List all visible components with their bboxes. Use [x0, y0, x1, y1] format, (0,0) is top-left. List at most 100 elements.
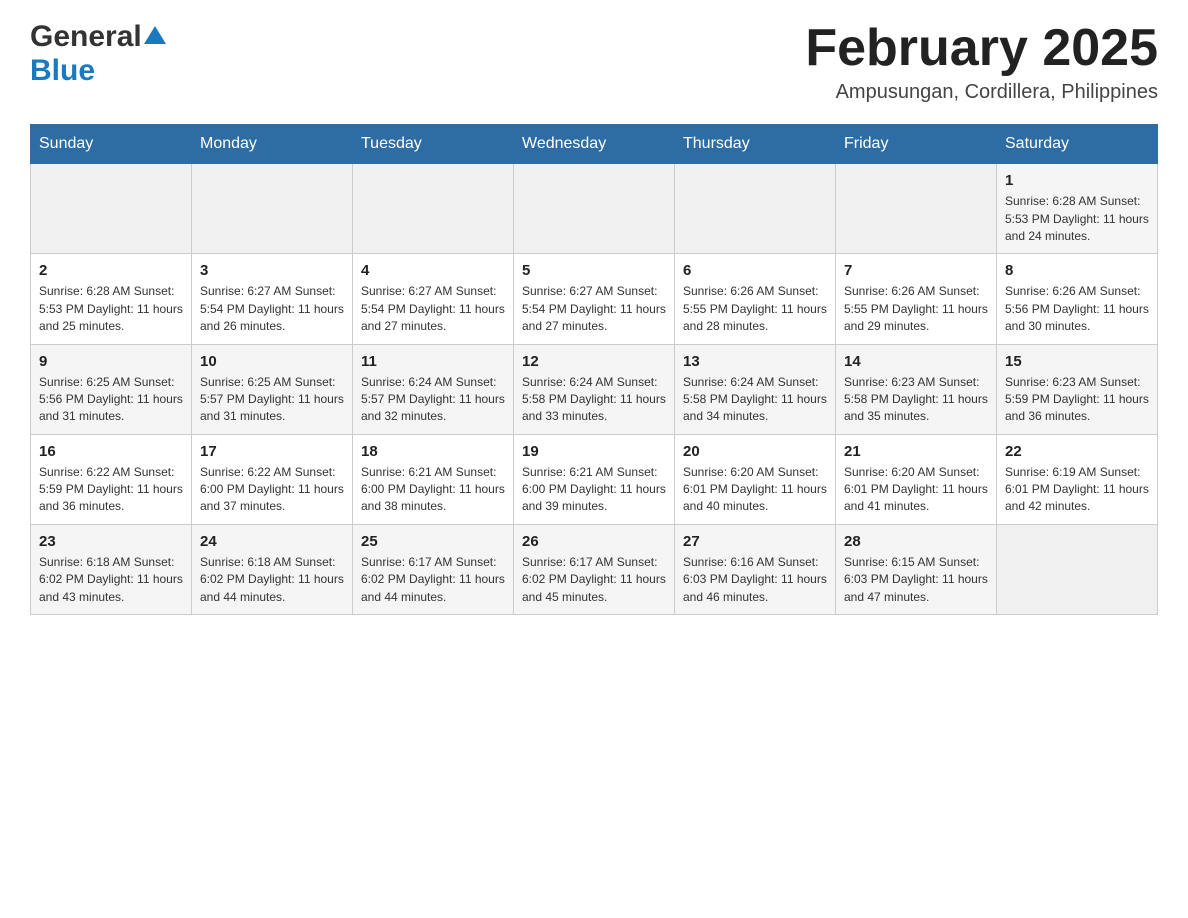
- calendar-table: SundayMondayTuesdayWednesdayThursdayFrid…: [30, 124, 1158, 615]
- day-info: Sunrise: 6:17 AM Sunset: 6:02 PM Dayligh…: [361, 554, 505, 606]
- day-number: 7: [844, 262, 988, 279]
- calendar-cell: 25 Sunrise: 6:17 AM Sunset: 6:02 PM Dayli…: [353, 524, 514, 614]
- day-info: Sunrise: 6:20 AM Sunset: 6:01 PM Dayligh…: [844, 464, 988, 516]
- title-area: February 2025 Ampusungan, Cordillera, Ph…: [805, 20, 1158, 104]
- day-number: 5: [522, 262, 666, 279]
- calendar-cell: 28 Sunrise: 6:15 AM Sunset: 6:03 PM Dayli…: [836, 524, 997, 614]
- day-info: Sunrise: 6:24 AM Sunset: 5:57 PM Dayligh…: [361, 374, 505, 426]
- calendar-header-row: SundayMondayTuesdayWednesdayThursdayFrid…: [31, 125, 1158, 164]
- calendar-week-row: 16 Sunrise: 6:22 AM Sunset: 5:59 PM Dayli…: [31, 434, 1158, 524]
- day-info: Sunrise: 6:17 AM Sunset: 6:02 PM Dayligh…: [522, 554, 666, 606]
- day-number: 6: [683, 262, 827, 279]
- calendar-cell: 20 Sunrise: 6:20 AM Sunset: 6:01 PM Dayli…: [675, 434, 836, 524]
- day-info: Sunrise: 6:27 AM Sunset: 5:54 PM Dayligh…: [361, 283, 505, 335]
- location-subtitle: Ampusungan, Cordillera, Philippines: [805, 81, 1158, 104]
- calendar-cell: 3 Sunrise: 6:27 AM Sunset: 5:54 PM Daylig…: [192, 254, 353, 344]
- calendar-cell: [836, 164, 997, 254]
- calendar-cell: 24 Sunrise: 6:18 AM Sunset: 6:02 PM Dayli…: [192, 524, 353, 614]
- day-number: 26: [522, 533, 666, 550]
- day-info: Sunrise: 6:20 AM Sunset: 6:01 PM Dayligh…: [683, 464, 827, 516]
- day-number: 22: [1005, 443, 1149, 460]
- day-info: Sunrise: 6:24 AM Sunset: 5:58 PM Dayligh…: [683, 374, 827, 426]
- calendar-cell: [353, 164, 514, 254]
- day-info: Sunrise: 6:23 AM Sunset: 5:58 PM Dayligh…: [844, 374, 988, 426]
- day-info: Sunrise: 6:22 AM Sunset: 5:59 PM Dayligh…: [39, 464, 183, 516]
- calendar-cell: 21 Sunrise: 6:20 AM Sunset: 6:01 PM Dayli…: [836, 434, 997, 524]
- calendar-cell: [675, 164, 836, 254]
- day-info: Sunrise: 6:25 AM Sunset: 5:56 PM Dayligh…: [39, 374, 183, 426]
- calendar-cell: 12Sunrise: 6:24 AM Sunset: 5:58 PM Dayli…: [514, 344, 675, 434]
- day-number: 17: [200, 443, 344, 460]
- calendar-cell: 26 Sunrise: 6:17 AM Sunset: 6:02 PM Dayli…: [514, 524, 675, 614]
- calendar-cell: 16 Sunrise: 6:22 AM Sunset: 5:59 PM Dayli…: [31, 434, 192, 524]
- day-number: 11: [361, 353, 505, 370]
- day-number: 15: [1005, 353, 1149, 370]
- day-info: Sunrise: 6:21 AM Sunset: 6:00 PM Dayligh…: [361, 464, 505, 516]
- day-info: Sunrise: 6:26 AM Sunset: 5:56 PM Dayligh…: [1005, 283, 1149, 335]
- calendar-header-friday: Friday: [836, 125, 997, 164]
- day-info: Sunrise: 6:28 AM Sunset: 5:53 PM Dayligh…: [1005, 193, 1149, 245]
- calendar-header-wednesday: Wednesday: [514, 125, 675, 164]
- day-number: 19: [522, 443, 666, 460]
- day-number: 3: [200, 262, 344, 279]
- day-number: 24: [200, 533, 344, 550]
- day-number: 28: [844, 533, 988, 550]
- calendar-header-monday: Monday: [192, 125, 353, 164]
- calendar-cell: 5 Sunrise: 6:27 AM Sunset: 5:54 PM Daylig…: [514, 254, 675, 344]
- day-number: 21: [844, 443, 988, 460]
- calendar-cell: 17Sunrise: 6:22 AM Sunset: 6:00 PM Dayli…: [192, 434, 353, 524]
- day-number: 2: [39, 262, 183, 279]
- day-info: Sunrise: 6:27 AM Sunset: 5:54 PM Dayligh…: [200, 283, 344, 335]
- calendar-cell: 23 Sunrise: 6:18 AM Sunset: 6:02 PM Dayli…: [31, 524, 192, 614]
- day-number: 16: [39, 443, 183, 460]
- calendar-cell: 2 Sunrise: 6:28 AM Sunset: 5:53 PM Daylig…: [31, 254, 192, 344]
- month-title: February 2025: [805, 20, 1158, 77]
- day-info: Sunrise: 6:27 AM Sunset: 5:54 PM Dayligh…: [522, 283, 666, 335]
- calendar-week-row: 23 Sunrise: 6:18 AM Sunset: 6:02 PM Dayli…: [31, 524, 1158, 614]
- day-number: 8: [1005, 262, 1149, 279]
- day-number: 9: [39, 353, 183, 370]
- calendar-week-row: 9 Sunrise: 6:25 AM Sunset: 5:56 PM Daylig…: [31, 344, 1158, 434]
- day-number: 20: [683, 443, 827, 460]
- day-info: Sunrise: 6:25 AM Sunset: 5:57 PM Dayligh…: [200, 374, 344, 426]
- calendar-cell: 10Sunrise: 6:25 AM Sunset: 5:57 PM Dayli…: [192, 344, 353, 434]
- calendar-cell: 11 Sunrise: 6:24 AM Sunset: 5:57 PM Dayli…: [353, 344, 514, 434]
- day-info: Sunrise: 6:28 AM Sunset: 5:53 PM Dayligh…: [39, 283, 183, 335]
- logo-general-text: General: [30, 20, 142, 54]
- calendar-cell: [514, 164, 675, 254]
- calendar-cell: 9 Sunrise: 6:25 AM Sunset: 5:56 PM Daylig…: [31, 344, 192, 434]
- day-number: 27: [683, 533, 827, 550]
- day-number: 25: [361, 533, 505, 550]
- page-header: General Blue February 2025 Ampusungan, C…: [30, 20, 1158, 104]
- logo-blue-text: Blue: [30, 54, 95, 88]
- day-info: Sunrise: 6:18 AM Sunset: 6:02 PM Dayligh…: [39, 554, 183, 606]
- calendar-cell: 14Sunrise: 6:23 AM Sunset: 5:58 PM Dayli…: [836, 344, 997, 434]
- calendar-cell: 6Sunrise: 6:26 AM Sunset: 5:55 PM Daylig…: [675, 254, 836, 344]
- logo: General Blue: [30, 20, 166, 88]
- calendar-header-tuesday: Tuesday: [353, 125, 514, 164]
- day-number: 1: [1005, 172, 1149, 189]
- day-info: Sunrise: 6:16 AM Sunset: 6:03 PM Dayligh…: [683, 554, 827, 606]
- day-number: 12: [522, 353, 666, 370]
- calendar-header-saturday: Saturday: [997, 125, 1158, 164]
- calendar-cell: 27 Sunrise: 6:16 AM Sunset: 6:03 PM Dayli…: [675, 524, 836, 614]
- day-info: Sunrise: 6:15 AM Sunset: 6:03 PM Dayligh…: [844, 554, 988, 606]
- calendar-cell: 19 Sunrise: 6:21 AM Sunset: 6:00 PM Dayli…: [514, 434, 675, 524]
- calendar-cell: 13Sunrise: 6:24 AM Sunset: 5:58 PM Dayli…: [675, 344, 836, 434]
- day-info: Sunrise: 6:21 AM Sunset: 6:00 PM Dayligh…: [522, 464, 666, 516]
- calendar-cell: 8 Sunrise: 6:26 AM Sunset: 5:56 PM Daylig…: [997, 254, 1158, 344]
- calendar-header-sunday: Sunday: [31, 125, 192, 164]
- logo-arrow-icon: [144, 24, 166, 46]
- calendar-week-row: 1 Sunrise: 6:28 AM Sunset: 5:53 PM Daylig…: [31, 164, 1158, 254]
- day-number: 18: [361, 443, 505, 460]
- calendar-cell: [997, 524, 1158, 614]
- day-number: 23: [39, 533, 183, 550]
- calendar-cell: 18 Sunrise: 6:21 AM Sunset: 6:00 PM Dayli…: [353, 434, 514, 524]
- calendar-cell: 4Sunrise: 6:27 AM Sunset: 5:54 PM Daylig…: [353, 254, 514, 344]
- calendar-cell: [192, 164, 353, 254]
- calendar-week-row: 2 Sunrise: 6:28 AM Sunset: 5:53 PM Daylig…: [31, 254, 1158, 344]
- day-info: Sunrise: 6:26 AM Sunset: 5:55 PM Dayligh…: [844, 283, 988, 335]
- day-info: Sunrise: 6:18 AM Sunset: 6:02 PM Dayligh…: [200, 554, 344, 606]
- calendar-cell: [31, 164, 192, 254]
- calendar-cell: 7 Sunrise: 6:26 AM Sunset: 5:55 PM Daylig…: [836, 254, 997, 344]
